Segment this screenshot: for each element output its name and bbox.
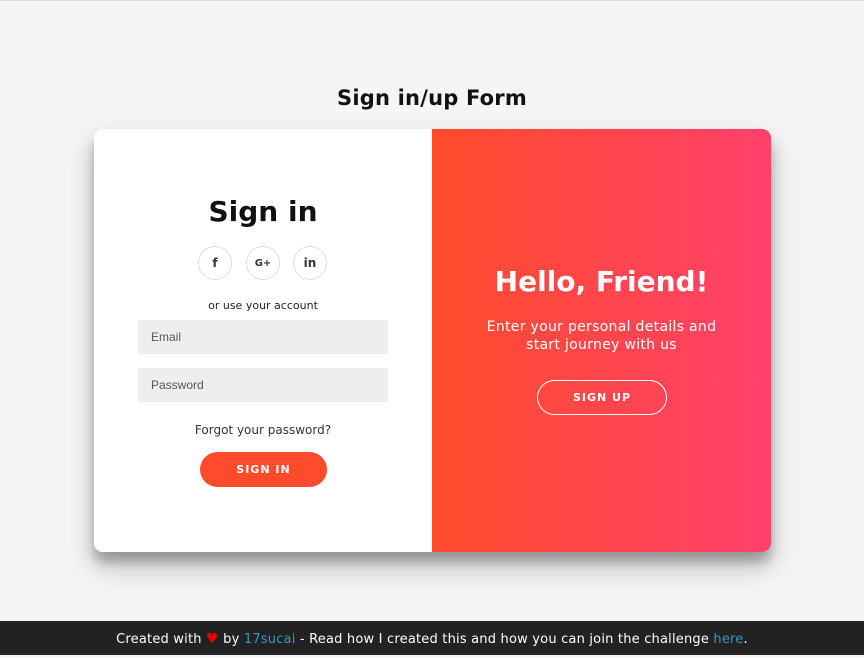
- overlay-title: Hello, Friend!: [494, 265, 709, 298]
- page-title: Sign in/up Form: [337, 86, 527, 110]
- signin-button[interactable]: SIGN IN: [200, 452, 327, 487]
- overlay-panel: Hello, Friend! Enter your personal detai…: [432, 129, 771, 552]
- overlay-text: Enter your personal details and start jo…: [486, 319, 717, 353]
- signin-title: Sign in: [208, 195, 318, 228]
- heart-icon: ♥: [206, 631, 219, 647]
- facebook-icon: f: [212, 256, 218, 270]
- footer-prefix: Created with: [116, 632, 202, 647]
- auth-card: Sign in f G+ in or use your account Forg…: [94, 129, 771, 552]
- google-plus-button[interactable]: G+: [246, 246, 280, 280]
- footer-by: by: [223, 632, 240, 647]
- linkedin-button[interactable]: in: [293, 246, 327, 280]
- password-field[interactable]: [138, 368, 388, 402]
- linkedin-icon: in: [303, 256, 317, 270]
- email-field[interactable]: [138, 320, 388, 354]
- footer-middle: - Read how I created this and how you ca…: [299, 632, 710, 647]
- signup-button[interactable]: SIGN UP: [537, 380, 667, 415]
- forgot-password-link[interactable]: Forgot your password?: [94, 423, 432, 437]
- footer: Created with ♥ by 17sucai - Read how I c…: [0, 621, 864, 655]
- alt-signin-text: or use your account: [208, 299, 318, 312]
- here-link[interactable]: here: [713, 632, 743, 647]
- facebook-button[interactable]: f: [198, 246, 232, 280]
- google-plus-icon: G+: [254, 257, 272, 269]
- top-divider: [0, 0, 864, 1]
- author-link[interactable]: 17sucai: [244, 632, 296, 647]
- footer-suffix: .: [743, 632, 748, 647]
- signin-panel: Sign in f G+ in or use your account Forg…: [94, 129, 432, 552]
